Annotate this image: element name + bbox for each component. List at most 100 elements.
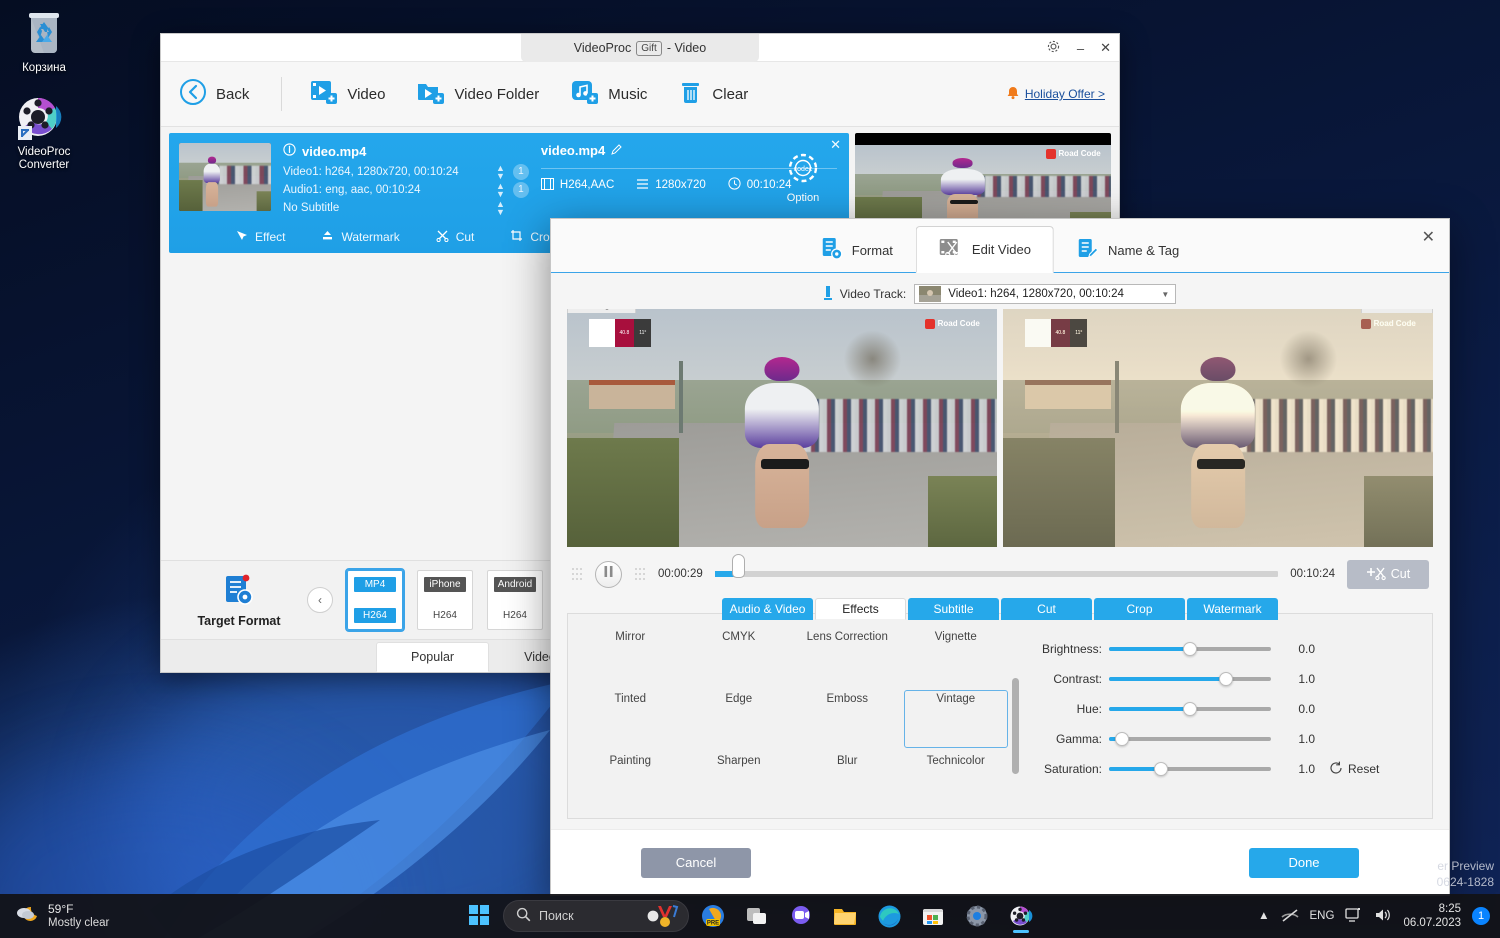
effect-label: Sharpen: [690, 755, 789, 767]
slider-handle[interactable]: [1219, 672, 1233, 686]
subtab-watermark[interactable]: Watermark: [1187, 598, 1278, 620]
subtab-audio-video[interactable]: Audio & Video: [722, 598, 813, 620]
tab-edit-video[interactable]: Edit Video: [916, 226, 1054, 273]
grip-dots-icon[interactable]: [571, 567, 583, 581]
chevron-down-icon[interactable]: ▼: [1161, 290, 1169, 299]
done-button[interactable]: Done: [1249, 848, 1359, 878]
taskbar-app-chat[interactable]: [781, 896, 821, 936]
holiday-offer-link[interactable]: Holiday Offer >: [1007, 86, 1105, 103]
effect-item-emboss[interactable]: Emboss: [795, 690, 900, 748]
close-icon[interactable]: ✕: [1100, 40, 1111, 56]
desktop-icon-recycle-bin[interactable]: Корзина: [6, 8, 82, 75]
start-button[interactable]: [459, 896, 499, 936]
tab-format[interactable]: Format: [798, 226, 916, 273]
add-cut-button[interactable]: Cut: [1347, 560, 1429, 589]
effect-item-mirror[interactable]: Mirror: [578, 628, 683, 686]
format-option-android-h264[interactable]: Android H264: [487, 570, 543, 630]
reset-button[interactable]: Reset: [1329, 761, 1379, 778]
taskbar-app-edge[interactable]: [869, 896, 909, 936]
slider-handle[interactable]: [1183, 702, 1197, 716]
taskbar-app-settings[interactable]: [957, 896, 997, 936]
gear-icon[interactable]: [1046, 39, 1061, 57]
taskbar-weather-widget[interactable]: 59°F Mostly clear: [0, 902, 109, 930]
add-video-folder-button[interactable]: Video Folder: [417, 79, 539, 109]
hue-slider[interactable]: [1109, 707, 1271, 711]
brightness-slider[interactable]: [1109, 647, 1271, 651]
effect-item-blur[interactable]: Blur: [795, 752, 900, 810]
language-indicator[interactable]: ENG: [1310, 910, 1335, 922]
slider-handle[interactable]: [1183, 642, 1197, 656]
add-video-button[interactable]: Video: [310, 79, 385, 109]
subtab-effects[interactable]: Effects: [815, 598, 906, 620]
add-music-icon: [571, 79, 599, 109]
format-top-label: MP4: [354, 577, 396, 592]
pause-button[interactable]: [595, 561, 622, 588]
effects-scrollbar[interactable]: [1012, 658, 1019, 810]
format-option-mp4-h264[interactable]: MP4 H264: [347, 570, 403, 630]
taskbar-app-file-explorer[interactable]: [825, 896, 865, 936]
tab-name-tag[interactable]: Name & Tag: [1054, 226, 1202, 273]
minimize-icon[interactable]: –: [1077, 41, 1084, 56]
effect-item-technicolor[interactable]: Technicolor: [904, 752, 1009, 810]
chevron-left-icon[interactable]: ‹: [307, 587, 333, 613]
effect-item-lens-correction[interactable]: Lens Correction: [795, 628, 900, 686]
subtab-subtitle[interactable]: Subtitle: [908, 598, 999, 620]
desktop-icon-videoproc[interactable]: VideoProc Converter: [6, 92, 82, 172]
contrast-slider[interactable]: [1109, 677, 1271, 681]
effect-item-sharpen[interactable]: Sharpen: [687, 752, 792, 810]
back-button[interactable]: Back: [179, 78, 249, 110]
window-title-suffix: - Video: [667, 41, 706, 55]
notification-badge[interactable]: 1: [1472, 907, 1490, 925]
search-input[interactable]: Поиск: [503, 900, 689, 932]
speaker-icon[interactable]: [1374, 907, 1392, 926]
saturation-slider[interactable]: [1109, 767, 1271, 771]
display-icon[interactable]: [1345, 907, 1363, 926]
card-tab-watermark[interactable]: Watermark: [307, 223, 421, 253]
option-button[interactable]: codec Option: [775, 151, 831, 204]
card-tab-effect[interactable]: Effect: [221, 223, 307, 253]
video-track-select[interactable]: Video1: h264, 1280x720, 00:10:24 ▼: [914, 284, 1176, 304]
format-tab-popular[interactable]: Popular: [376, 642, 489, 672]
clear-button[interactable]: Clear: [679, 79, 748, 109]
pencil-icon[interactable]: [611, 143, 622, 158]
add-video-folder-icon: [417, 79, 445, 109]
slider-handle[interactable]: [1154, 762, 1168, 776]
info-icon[interactable]: [283, 143, 296, 159]
subtab-cut[interactable]: Cut: [1001, 598, 1092, 620]
taskbar-app-task-view[interactable]: [737, 896, 777, 936]
road-code-label: Road Code: [938, 319, 980, 328]
effect-item-tinted[interactable]: Tinted: [578, 690, 683, 748]
subtab-crop[interactable]: Crop: [1094, 598, 1185, 620]
network-disconnected-icon[interactable]: [1281, 907, 1299, 926]
effect-item-painting[interactable]: Painting: [578, 752, 683, 810]
edit-video-icon: [939, 237, 963, 262]
effect-item-edge[interactable]: Edge: [687, 690, 792, 748]
stream-spinner-icon[interactable]: ▲▼: [496, 164, 505, 180]
slider-handle[interactable]: [1115, 732, 1129, 746]
timeline-slider[interactable]: [715, 571, 1278, 577]
total-time: 00:10:24: [1290, 568, 1335, 580]
close-icon[interactable]: ✕: [1422, 227, 1435, 247]
taskbar-app-store[interactable]: [913, 896, 953, 936]
taskbar-clock[interactable]: 8:25 06.07.2023: [1403, 902, 1461, 930]
card-tab-cut[interactable]: Cut: [422, 223, 497, 253]
gamma-slider[interactable]: [1109, 737, 1271, 741]
add-music-button[interactable]: Music: [571, 79, 647, 109]
stream-spinner-icon[interactable]: ▲▼: [496, 182, 505, 198]
format-option-iphone-h264[interactable]: iPhone H264: [417, 570, 473, 630]
race-logo-icon: ●: [589, 319, 615, 348]
magnifier-icon[interactable]: [1414, 309, 1424, 310]
timeline-handle[interactable]: [732, 554, 745, 578]
scrollbar-thumb[interactable]: [1012, 678, 1019, 774]
stream-spinner-icon[interactable]: ▲▼: [496, 200, 505, 216]
cancel-button[interactable]: Cancel: [641, 848, 751, 878]
effect-item-vignette[interactable]: Vignette: [904, 628, 1009, 686]
effect-item-cmyk[interactable]: CMYK: [687, 628, 792, 686]
taskbar-app-powerdirector[interactable]: PRE: [693, 896, 733, 936]
effect-item-vintage[interactable]: Vintage: [904, 690, 1009, 748]
grip-dots-icon[interactable]: [634, 567, 646, 581]
chevron-up-icon[interactable]: ▲: [1258, 910, 1269, 922]
tab-label: Edit Video: [972, 242, 1031, 257]
taskbar-app-videoproc[interactable]: [1001, 896, 1041, 936]
slider-label: Saturation:: [1035, 762, 1109, 776]
